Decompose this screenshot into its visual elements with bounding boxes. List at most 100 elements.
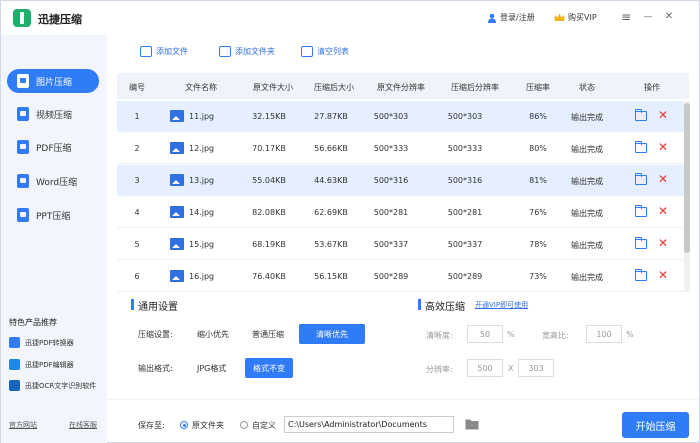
scrollbar-thumb[interactable] xyxy=(684,103,690,253)
open-folder-icon[interactable] xyxy=(635,269,647,281)
featured-label: 迅捷PDF编辑器 xyxy=(25,360,74,369)
sidebar-item-ppt-compress[interactable]: PPT压缩 xyxy=(7,203,99,227)
table-row[interactable]: 3 13.jpg 55.04KB 44.63KB 500*316 500*316… xyxy=(117,165,689,196)
table-scrollbar[interactable] xyxy=(684,101,690,291)
sidebar-item-word-compress[interactable]: Word压缩 xyxy=(7,169,99,193)
save-to-label: 保存至: xyxy=(138,421,165,430)
row-status: 输出完成 xyxy=(571,209,603,218)
delete-icon[interactable]: ✕ xyxy=(658,172,668,186)
option-shrink-first[interactable]: 缩小优先 xyxy=(197,329,229,340)
add-folder-button[interactable]: 添加文件夹 xyxy=(219,46,275,57)
add-file-button[interactable]: 添加文件 xyxy=(140,46,188,57)
col-comp-res-header: 压缩后分辨率 xyxy=(451,83,499,92)
row-status: 输出完成 xyxy=(571,177,603,186)
resolution-height-input[interactable]: 303 xyxy=(518,359,554,377)
trash-icon xyxy=(301,46,313,57)
table-row[interactable]: 1 11.jpg 32.15KB 27.87KB 500*303 500*303… xyxy=(117,101,689,132)
featured-pdf-editor[interactable]: 迅捷PDF编辑器 xyxy=(9,359,74,370)
col-orig-size-header: 原文件大小 xyxy=(253,83,293,92)
title-bar: 迅捷压缩 登录/注册 购买VIP ≡ — ✕ xyxy=(1,1,699,35)
custom-folder-label: 自定义 xyxy=(252,421,276,430)
open-vip-link[interactable]: 开通VIP即可使用 xyxy=(475,300,528,310)
featured-ocr[interactable]: 迅捷OCR文字识别软件 xyxy=(9,380,96,391)
image-compress-icon xyxy=(17,74,29,88)
sidebar-item-image-compress[interactable]: 图片压缩 xyxy=(7,69,99,93)
resolution-width-input[interactable]: 500 xyxy=(467,359,503,377)
row-orig-size: 70.17KB xyxy=(252,144,286,153)
official-website-link[interactable]: 官方网站 xyxy=(9,420,37,430)
original-folder-radio[interactable] xyxy=(180,421,188,429)
add-file-label: 添加文件 xyxy=(156,47,188,56)
add-folder-icon xyxy=(219,46,231,57)
add-file-icon xyxy=(140,46,152,57)
browse-folder-icon[interactable] xyxy=(465,418,479,430)
start-compress-button[interactable]: 开始压缩 xyxy=(622,412,689,438)
row-id: 4 xyxy=(134,208,140,217)
save-path-input[interactable]: C:\Users\Administrator\Documents xyxy=(284,416,454,433)
row-comp-res: 500*316 xyxy=(447,176,483,185)
clear-list-label: 清空列表 xyxy=(317,47,349,56)
pdf-converter-icon xyxy=(9,337,20,348)
table-row[interactable]: 2 12.jpg 70.17KB 56.66KB 500*333 500*333… xyxy=(117,133,689,164)
row-id: 2 xyxy=(134,144,140,153)
featured-label: 迅捷PDF转换器 xyxy=(25,338,74,347)
open-folder-icon[interactable] xyxy=(635,141,647,153)
row-status: 输出完成 xyxy=(571,113,603,122)
row-file-name: 14.jpg xyxy=(189,208,215,217)
row-orig-size: 76.40KB xyxy=(252,272,286,281)
sidebar-item-pdf-compress[interactable]: PDF压缩 xyxy=(7,135,99,159)
delete-icon[interactable]: ✕ xyxy=(658,236,668,250)
general-settings-title: 通用设置 xyxy=(138,302,178,313)
row-comp-res: 500*333 xyxy=(447,144,483,153)
table-row[interactable]: 4 14.jpg 82.08KB 62.69KB 500*281 500*281… xyxy=(117,197,689,228)
delete-icon[interactable]: ✕ xyxy=(658,140,668,154)
featured-products-title: 特色产品推荐 xyxy=(9,318,57,327)
clarity-input[interactable]: 50 xyxy=(467,325,503,343)
clarity-unit: % xyxy=(507,330,515,339)
row-comp-res: 500*289 xyxy=(447,272,483,281)
menu-icon[interactable]: ≡ xyxy=(618,10,634,24)
ocr-icon xyxy=(9,380,20,391)
delete-icon[interactable]: ✕ xyxy=(658,204,668,218)
col-id-header: 编号 xyxy=(129,83,145,92)
open-folder-icon[interactable] xyxy=(635,205,647,217)
open-folder-icon[interactable] xyxy=(635,109,647,121)
open-folder-icon[interactable] xyxy=(635,237,647,249)
row-orig-res: 500*337 xyxy=(373,240,409,249)
login-button[interactable]: 登录/注册 xyxy=(487,12,535,23)
col-name-header: 文件名称 xyxy=(185,83,217,92)
delete-icon[interactable]: ✕ xyxy=(658,108,668,122)
custom-folder-radio[interactable] xyxy=(240,421,248,429)
row-rate: 81% xyxy=(529,176,547,185)
table-row[interactable]: 6 16.jpg 76.40KB 56.15KB 500*289 500*289… xyxy=(117,261,689,292)
row-id: 6 xyxy=(134,272,140,281)
close-icon[interactable]: ✕ xyxy=(661,10,677,24)
aspect-ratio-input[interactable]: 100 xyxy=(586,325,622,343)
row-orig-res: 500*281 xyxy=(373,208,409,217)
sidebar-item-video-compress[interactable]: 视频压缩 xyxy=(7,102,99,126)
featured-pdf-converter[interactable]: 迅捷PDF转换器 xyxy=(9,337,74,348)
option-normal-compress[interactable]: 普通压缩 xyxy=(252,329,284,340)
table-row[interactable]: 5 15.jpg 68.19KB 53.67KB 500*337 500*337… xyxy=(117,229,689,260)
row-rate: 76% xyxy=(529,208,547,217)
online-support-link[interactable]: 在线客服 xyxy=(69,420,97,430)
image-file-icon xyxy=(170,238,184,250)
minimize-icon[interactable]: — xyxy=(640,10,656,24)
row-file-name: 12.jpg xyxy=(189,144,215,153)
row-comp-size: 62.69KB xyxy=(314,208,348,217)
row-orig-size: 55.04KB xyxy=(252,176,286,185)
clear-list-button[interactable]: 清空列表 xyxy=(301,46,349,57)
section-accent xyxy=(418,299,421,310)
option-keep-format[interactable]: 格式不变 xyxy=(245,358,293,378)
image-file-icon xyxy=(170,142,184,154)
buy-vip-button[interactable]: 购买VIP xyxy=(554,12,597,23)
row-id: 3 xyxy=(134,176,140,185)
section-accent xyxy=(131,299,134,310)
open-folder-icon[interactable] xyxy=(635,173,647,185)
delete-icon[interactable]: ✕ xyxy=(658,268,668,282)
ppt-compress-icon xyxy=(17,208,29,222)
option-jpg-format[interactable]: JPG格式 xyxy=(197,363,226,374)
sidebar-item-label: PPT压缩 xyxy=(36,211,71,222)
option-clarity-first[interactable]: 清晰优先 xyxy=(299,324,365,344)
row-comp-res: 500*303 xyxy=(447,112,483,121)
